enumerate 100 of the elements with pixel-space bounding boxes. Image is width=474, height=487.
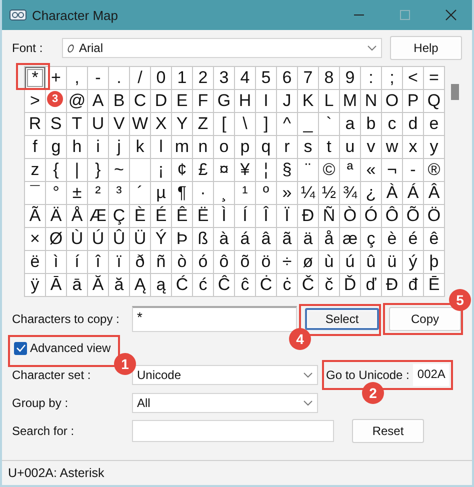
character-cell[interactable]: ù <box>319 251 340 274</box>
character-cell[interactable]: , <box>67 67 88 90</box>
character-cell[interactable]: x <box>403 136 424 159</box>
character-cell[interactable]: ø <box>298 251 319 274</box>
character-cell[interactable]: P <box>403 90 424 113</box>
scrollbar-thumb[interactable] <box>451 84 459 100</box>
character-cell[interactable]: À <box>382 182 403 205</box>
character-cell[interactable]: 6 <box>277 67 298 90</box>
character-cell[interactable]: » <box>277 182 298 205</box>
character-cell[interactable]: 5 <box>256 67 277 90</box>
character-cell[interactable]: d <box>403 113 424 136</box>
advanced-view-checkbox[interactable]: Advanced view <box>14 341 111 355</box>
character-cell[interactable]: T <box>67 113 88 136</box>
character-cell[interactable]: Ê <box>172 205 193 228</box>
character-cell[interactable]: ÿ <box>25 274 46 297</box>
character-cell[interactable]: ë <box>25 251 46 274</box>
select-button[interactable]: Select <box>305 308 379 330</box>
character-cell[interactable]: ¹ <box>235 182 256 205</box>
character-cell[interactable]: ³ <box>109 182 130 205</box>
character-cell[interactable]: N <box>361 90 382 113</box>
character-cell[interactable]: > <box>25 90 46 113</box>
character-cell[interactable]: e <box>424 113 445 136</box>
character-cell[interactable]: ã <box>277 228 298 251</box>
character-cell[interactable]: É <box>151 205 172 228</box>
character-cell[interactable]: Q <box>424 90 445 113</box>
character-cell[interactable]: ~ <box>109 159 130 182</box>
character-cell[interactable]: « <box>361 159 382 182</box>
character-cell[interactable]: î <box>88 251 109 274</box>
character-cell[interactable]: ; <box>382 67 403 90</box>
character-cell[interactable]: s <box>298 136 319 159</box>
character-cell[interactable]: v <box>361 136 382 159</box>
character-cell[interactable]: ê <box>424 228 445 251</box>
character-cell[interactable]: Þ <box>172 228 193 251</box>
character-cell[interactable]: Č <box>298 274 319 297</box>
character-cell[interactable]: ò <box>172 251 193 274</box>
character-cell[interactable]: } <box>88 159 109 182</box>
character-cell[interactable]: Ċ <box>256 274 277 297</box>
character-cell[interactable]: ¾ <box>340 182 361 205</box>
character-cell[interactable]: w <box>382 136 403 159</box>
character-cell[interactable]: 8 <box>319 67 340 90</box>
reset-button[interactable]: Reset <box>352 419 424 443</box>
character-cell[interactable]: t <box>319 136 340 159</box>
character-cell[interactable]: | <box>67 159 88 182</box>
character-cell[interactable]: o <box>214 136 235 159</box>
character-cell[interactable]: © <box>319 159 340 182</box>
character-cell[interactable]: U <box>88 113 109 136</box>
character-cell[interactable]: D <box>151 90 172 113</box>
character-cell[interactable]: R <box>25 113 46 136</box>
character-cell[interactable]: Ð <box>298 205 319 228</box>
character-cell[interactable]: f <box>25 136 46 159</box>
character-cell[interactable]: X <box>151 113 172 136</box>
character-cell[interactable]: 3 <box>214 67 235 90</box>
character-cell[interactable]: = <box>424 67 445 90</box>
character-cell[interactable]: ċ <box>277 274 298 297</box>
character-cell[interactable]: . <box>109 67 130 90</box>
character-cell[interactable]: ° <box>46 182 67 205</box>
character-cell[interactable]: G <box>214 90 235 113</box>
character-cell[interactable]: ï <box>109 251 130 274</box>
character-cell[interactable] <box>46 90 67 113</box>
character-cell[interactable]: Ă <box>88 274 109 297</box>
character-cell[interactable]: ô <box>214 251 235 274</box>
character-cell[interactable]: Â <box>424 182 445 205</box>
character-cell[interactable]: ö <box>256 251 277 274</box>
character-cell[interactable]: Õ <box>403 205 424 228</box>
character-cell[interactable]: * <box>25 67 46 90</box>
character-cell[interactable]: đ <box>403 274 424 297</box>
character-cell[interactable]: ĉ <box>235 274 256 297</box>
character-cell[interactable]: n <box>193 136 214 159</box>
character-cell[interactable]: ć <box>193 274 214 297</box>
character-cell[interactable]: ¢ <box>172 159 193 182</box>
character-cell[interactable]: Z <box>193 113 214 136</box>
character-cell[interactable]: ¿ <box>361 182 382 205</box>
character-cell[interactable]: Í <box>235 205 256 228</box>
character-cell[interactable]: û <box>361 251 382 274</box>
character-cell[interactable]: - <box>403 159 424 182</box>
character-cell[interactable]: à <box>214 228 235 251</box>
character-cell[interactable]: Đ <box>382 274 403 297</box>
character-cell[interactable]: Ï <box>277 205 298 228</box>
character-cell[interactable]: + <box>46 67 67 90</box>
character-cell[interactable]: á <box>235 228 256 251</box>
character-cell[interactable]: r <box>277 136 298 159</box>
character-cell[interactable]: È <box>130 205 151 228</box>
character-cell[interactable]: Æ <box>88 205 109 228</box>
character-cell[interactable]: ^ <box>277 113 298 136</box>
character-cell[interactable]: ` <box>319 113 340 136</box>
character-cell[interactable]: Ó <box>361 205 382 228</box>
character-cell[interactable]: ä <box>298 228 319 251</box>
character-cell[interactable]: Ä <box>46 205 67 228</box>
character-cell[interactable]: 9 <box>340 67 361 90</box>
character-cell[interactable]: ± <box>67 182 88 205</box>
character-cell[interactable]: 2 <box>193 67 214 90</box>
character-cell[interactable]: h <box>67 136 88 159</box>
character-cell[interactable]: u <box>340 136 361 159</box>
character-cell[interactable]: k <box>130 136 151 159</box>
character-cell[interactable]: Ý <box>151 228 172 251</box>
character-cell[interactable]: Ē <box>424 274 445 297</box>
character-cell[interactable]: ð <box>130 251 151 274</box>
character-cell[interactable]: B <box>109 90 130 113</box>
character-cell[interactable]: L <box>319 90 340 113</box>
character-cell[interactable]: Ą <box>130 274 151 297</box>
